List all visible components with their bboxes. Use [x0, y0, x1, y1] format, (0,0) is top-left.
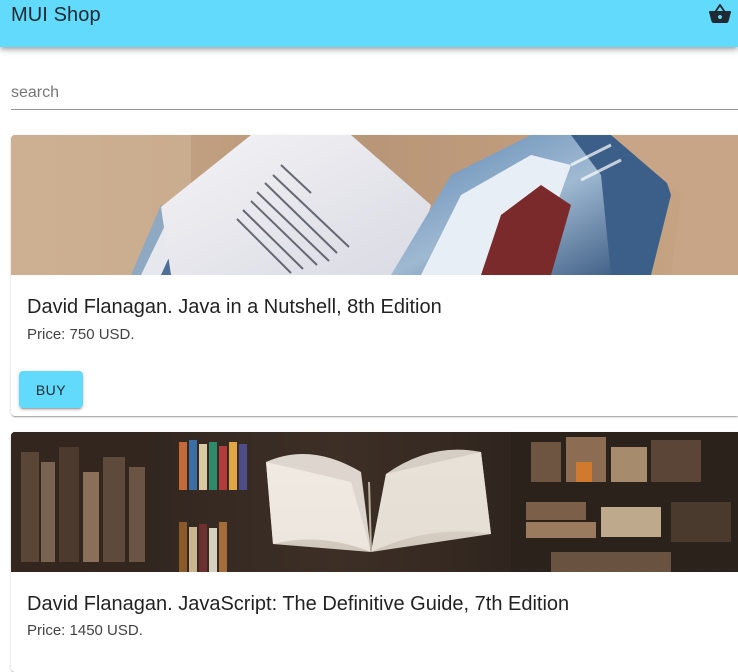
product-card: David Flanagan. Java in a Nutshell, 8th … [11, 135, 738, 416]
product-image [11, 135, 738, 275]
product-price: Price: 1450 USD. [27, 622, 143, 639]
product-title: David Flanagan. JavaScript: The Definiti… [27, 593, 570, 615]
app-title: MUI Shop [11, 4, 101, 26]
shopping-basket-icon [708, 2, 732, 31]
app-bar: MUI Shop [0, 0, 738, 47]
product-price: Price: 750 USD. [27, 326, 135, 343]
search-input[interactable] [11, 77, 738, 110]
search-field [11, 77, 738, 111]
product-title: David Flanagan. Java in a Nutshell, 8th … [27, 296, 442, 318]
buy-button[interactable]: Buy [19, 371, 83, 408]
product-card: David Flanagan. JavaScript: The Definiti… [11, 432, 738, 672]
product-image [11, 432, 738, 572]
cart-button[interactable] [706, 2, 734, 30]
